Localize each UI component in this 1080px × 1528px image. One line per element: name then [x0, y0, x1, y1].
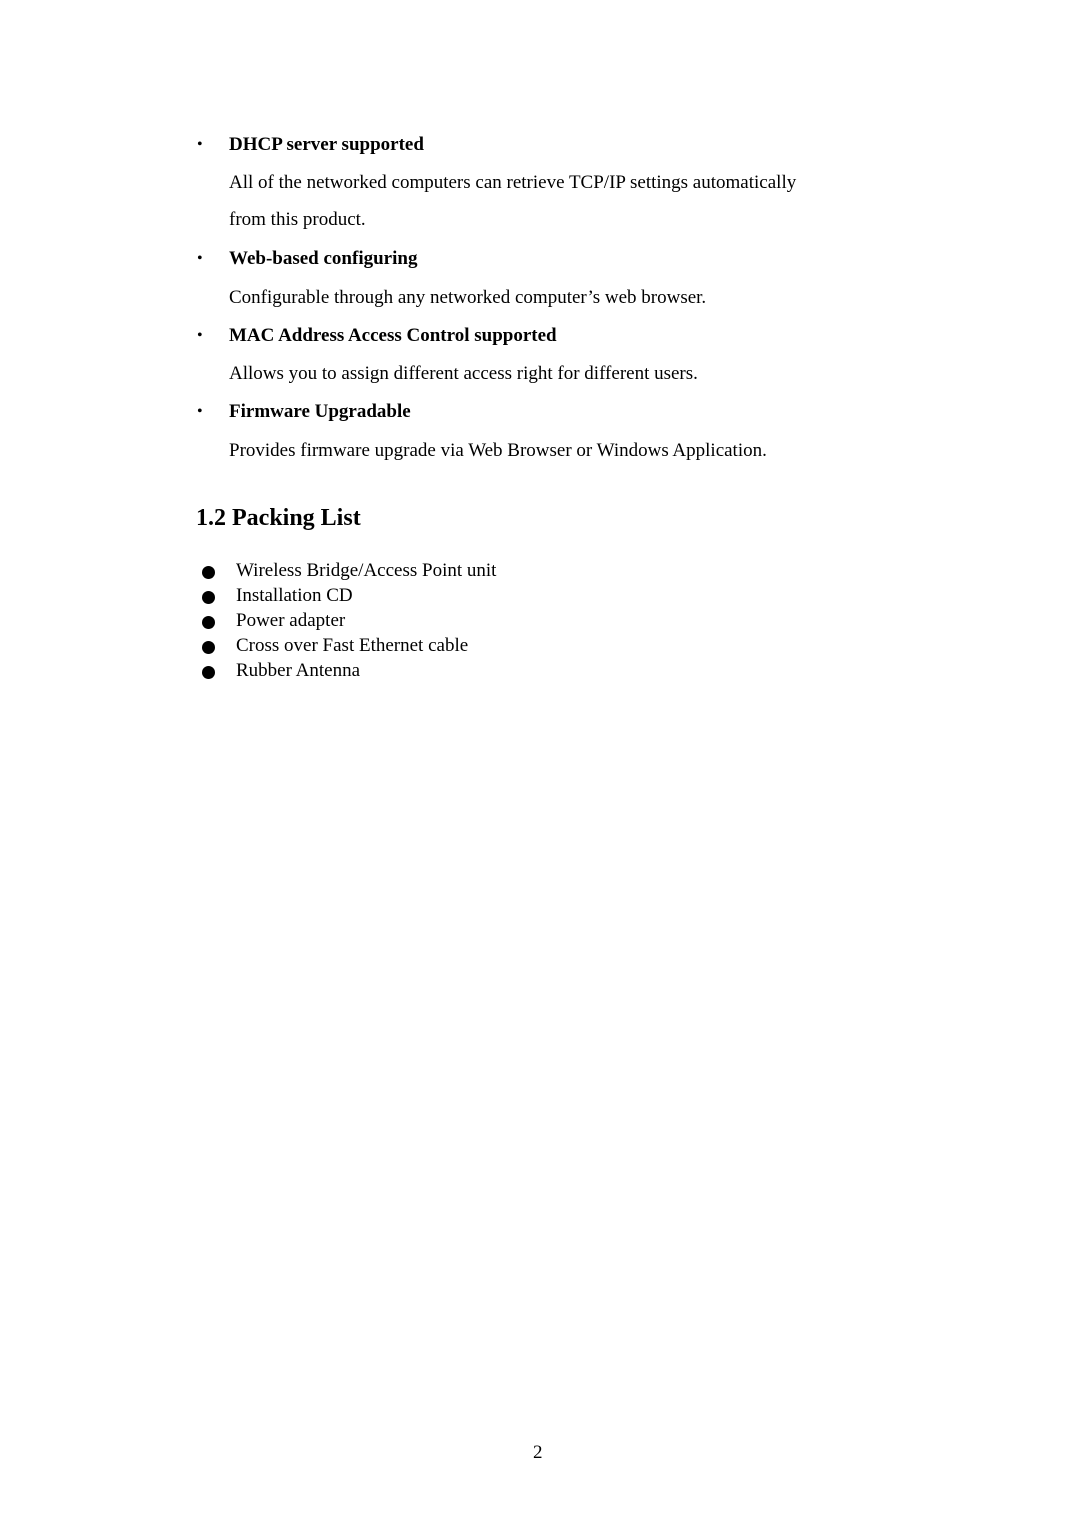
list-item: Rubber Antenna [0, 660, 1080, 685]
bullet-icon [202, 591, 215, 604]
list-item-label: Wireless Bridge/Access Point unit [236, 560, 497, 581]
bullet-icon: • [197, 403, 203, 420]
list-item: Installation CD [0, 585, 1080, 610]
list-item-label: Cross over Fast Ethernet cable [236, 635, 469, 656]
bullet-icon [202, 641, 215, 654]
list-item: Cross over Fast Ethernet cable [0, 635, 1080, 660]
bullet-icon [202, 566, 215, 579]
bullet-icon: • [197, 136, 203, 153]
list-item-label: Rubber Antenna [236, 660, 361, 681]
bullet-icon [202, 666, 215, 679]
feature-title: MAC Address Access Control supported [229, 325, 557, 346]
list-item: Power adapter [0, 610, 1080, 635]
bullet-icon [202, 616, 215, 629]
feature-description: from this product. [229, 209, 366, 230]
bullet-icon: • [197, 250, 203, 267]
feature-description: Configurable through any networked compu… [229, 287, 707, 308]
feature-title: Web-based configuring [229, 248, 418, 269]
feature-title: DHCP server supported [229, 134, 424, 155]
feature-title: Firmware Upgradable [229, 401, 411, 422]
feature-description: Provides firmware upgrade via Web Browse… [229, 440, 767, 461]
list-item: Wireless Bridge/Access Point unit [0, 560, 1080, 585]
list-item-label: Installation CD [236, 585, 353, 606]
list-item-label: Power adapter [236, 610, 346, 631]
section-heading: 1.2 Packing List [196, 505, 361, 531]
page-number: 2 [533, 1442, 543, 1463]
bullet-icon: • [197, 327, 203, 344]
feature-description: All of the networked computers can retri… [229, 172, 797, 193]
feature-description: Allows you to assign different access ri… [229, 363, 698, 384]
